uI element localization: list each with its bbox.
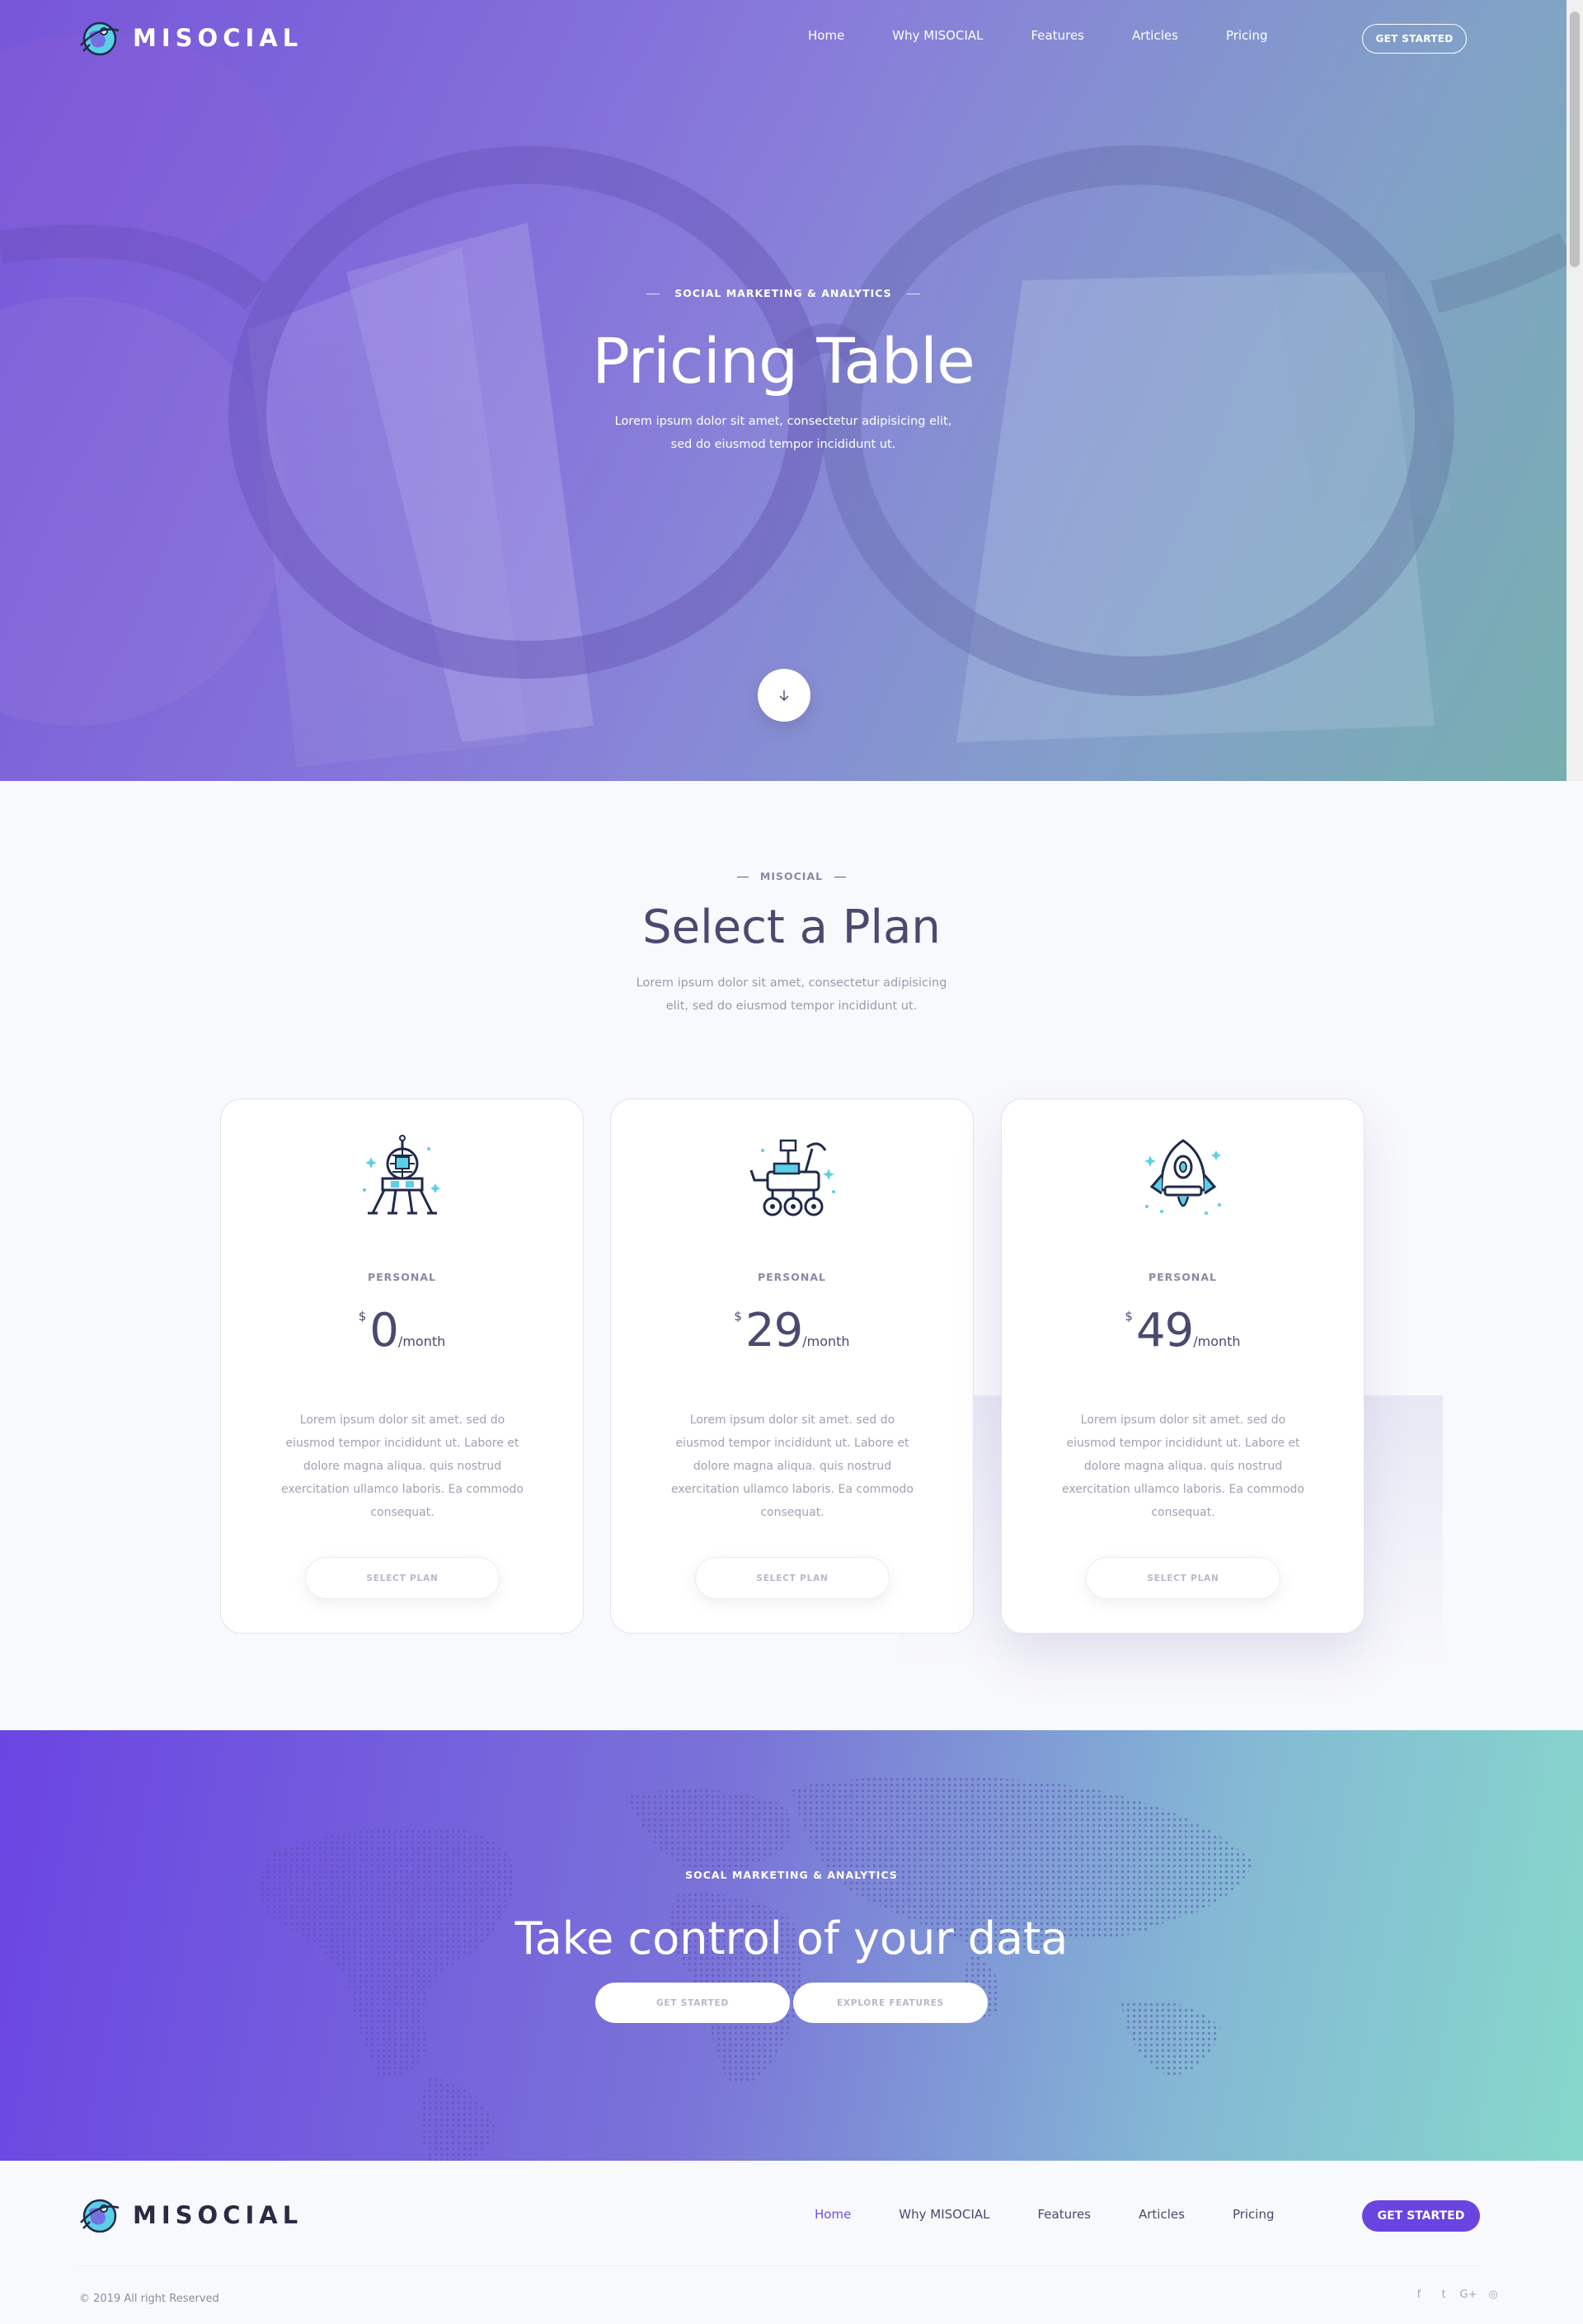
rocket-capsule-icon — [1144, 1139, 1221, 1215]
plan-price: $49/month — [1002, 1304, 1364, 1357]
select-plan-button[interactable]: SELECT PLAN — [305, 1557, 500, 1599]
footer-nav: Home Why MISOCIAL Features Articles Pric… — [815, 2207, 1322, 2222]
plan-tier: PERSONAL — [1148, 1271, 1218, 1283]
eyebrow-dash — [834, 876, 847, 878]
pricing-card-29: PERSONAL $29/month Lorem ipsum dolor sit… — [610, 1098, 974, 1634]
instagram-icon[interactable]: ◎ — [1486, 2287, 1501, 2302]
footer: MISOCIAL Home Why MISOCIAL Features Arti… — [0, 2161, 1583, 2324]
price-period: /month — [1193, 1334, 1241, 1349]
section-eyebrow-text: MISOCIAL — [759, 870, 824, 882]
hero-section: MISOCIAL Home Why MISOCIAL Features Arti… — [0, 0, 1567, 781]
main-nav: Home Why MISOCIAL Features Articles Pric… — [808, 28, 1316, 43]
footer-nav-features[interactable]: Features — [1038, 2207, 1092, 2222]
section-eyebrow: MISOCIAL — [0, 870, 1583, 882]
price-currency: $ — [734, 1309, 742, 1324]
top-navigation: MISOCIAL Home Why MISOCIAL Features Arti… — [0, 0, 1567, 78]
copyright-text: © 2019 All right Reserved — [79, 2293, 219, 2305]
get-started-button[interactable]: GET STARTED — [1362, 24, 1467, 54]
price-amount: 0 — [369, 1304, 399, 1357]
arrow-down-icon — [779, 690, 789, 701]
scroll-down-button[interactable] — [758, 669, 810, 722]
cta-get-started-button[interactable]: GET STARTED — [595, 1983, 790, 2023]
plan-price: $29/month — [611, 1304, 973, 1357]
nav-why-misocial[interactable]: Why MISOCIAL — [892, 28, 983, 43]
cta-eyebrow: SOCAL MARKETING & ANALYTICS — [685, 1869, 898, 1881]
section-title: Select a Plan — [642, 901, 941, 954]
plan-tier: PERSONAL — [367, 1271, 437, 1283]
plan-price: $0/month — [221, 1304, 583, 1357]
price-currency: $ — [1125, 1309, 1133, 1324]
eyebrow-dash — [736, 876, 749, 878]
facebook-icon[interactable]: f — [1412, 2287, 1426, 2302]
price-period: /month — [802, 1334, 850, 1349]
price-currency: $ — [358, 1309, 367, 1324]
brand-name: MISOCIAL — [133, 24, 303, 52]
plan-description: Lorem ipsum dolor sit amet. sed do eiusm… — [671, 1414, 914, 1519]
footer-brand-logo[interactable]: MISOCIAL — [78, 2195, 303, 2235]
price-period: /month — [397, 1334, 446, 1349]
lunar-lander-icon — [363, 1135, 440, 1215]
nav-features[interactable]: Features — [1031, 28, 1085, 43]
explore-features-button[interactable]: EXPLORE FEATURES — [793, 1983, 988, 2023]
page-title: Pricing Table — [592, 324, 975, 398]
logo-planet-icon — [80, 21, 120, 56]
pricing-card-free: PERSONAL $0/month Lorem ipsum dolor sit … — [220, 1098, 584, 1634]
nav-home[interactable]: Home — [808, 28, 844, 43]
price-amount: 29 — [745, 1304, 803, 1357]
nav-pricing[interactable]: Pricing — [1226, 28, 1268, 43]
rover-icon — [749, 1139, 835, 1216]
hero-subtitle: Lorem ipsum dolor sit amet, consectetur … — [614, 415, 952, 451]
section-subtitle: Lorem ipsum dolor sit amet, consectetur … — [636, 976, 947, 1013]
footer-nav-pricing[interactable]: Pricing — [1233, 2207, 1275, 2222]
twitter-icon[interactable]: t — [1436, 2287, 1451, 2302]
cta-title: Take control of your data — [514, 1912, 1069, 1964]
footer-brand-name: MISOCIAL — [133, 2201, 303, 2229]
footer-nav-home[interactable]: Home — [815, 2207, 851, 2222]
footer-divider — [78, 2265, 1480, 2266]
select-plan-button[interactable]: SELECT PLAN — [695, 1557, 890, 1599]
eyebrow-dash — [646, 293, 660, 295]
brand-logo[interactable]: MISOCIAL — [78, 18, 303, 58]
logo-planet-icon — [80, 2199, 120, 2233]
price-amount: 49 — [1135, 1304, 1194, 1357]
footer-nav-why-misocial[interactable]: Why MISOCIAL — [899, 2207, 989, 2222]
scrollbar-thumb[interactable] — [1570, 12, 1580, 267]
plan-description: Lorem ipsum dolor sit amet. sed do eiusm… — [281, 1414, 524, 1519]
pricing-section: MISOCIAL Select a Plan Lorem ipsum dolor… — [0, 781, 1583, 1730]
footer-nav-articles[interactable]: Articles — [1139, 2207, 1185, 2222]
hero-eyebrow-text: SOCIAL MARKETING & ANALYTICS — [674, 287, 892, 299]
social-links: f t G+ ◎ — [1412, 2287, 1501, 2302]
plan-description: Lorem ipsum dolor sit amet. sed do eiusm… — [1062, 1414, 1304, 1519]
pricing-card-49: PERSONAL $49/month Lorem ipsum dolor sit… — [1001, 1098, 1365, 1634]
footer-get-started-button[interactable]: GET STARTED — [1362, 2200, 1480, 2232]
select-plan-button[interactable]: SELECT PLAN — [1086, 1557, 1280, 1599]
hero-eyebrow: SOCIAL MARKETING & ANALYTICS — [0, 287, 1567, 299]
nav-articles[interactable]: Articles — [1132, 28, 1178, 43]
eyebrow-dash — [906, 293, 920, 295]
plan-tier: PERSONAL — [757, 1271, 827, 1283]
google-plus-icon[interactable]: G+ — [1460, 2287, 1477, 2302]
cta-section: SOCAL MARKETING & ANALYTICS Take control… — [0, 1730, 1583, 2161]
